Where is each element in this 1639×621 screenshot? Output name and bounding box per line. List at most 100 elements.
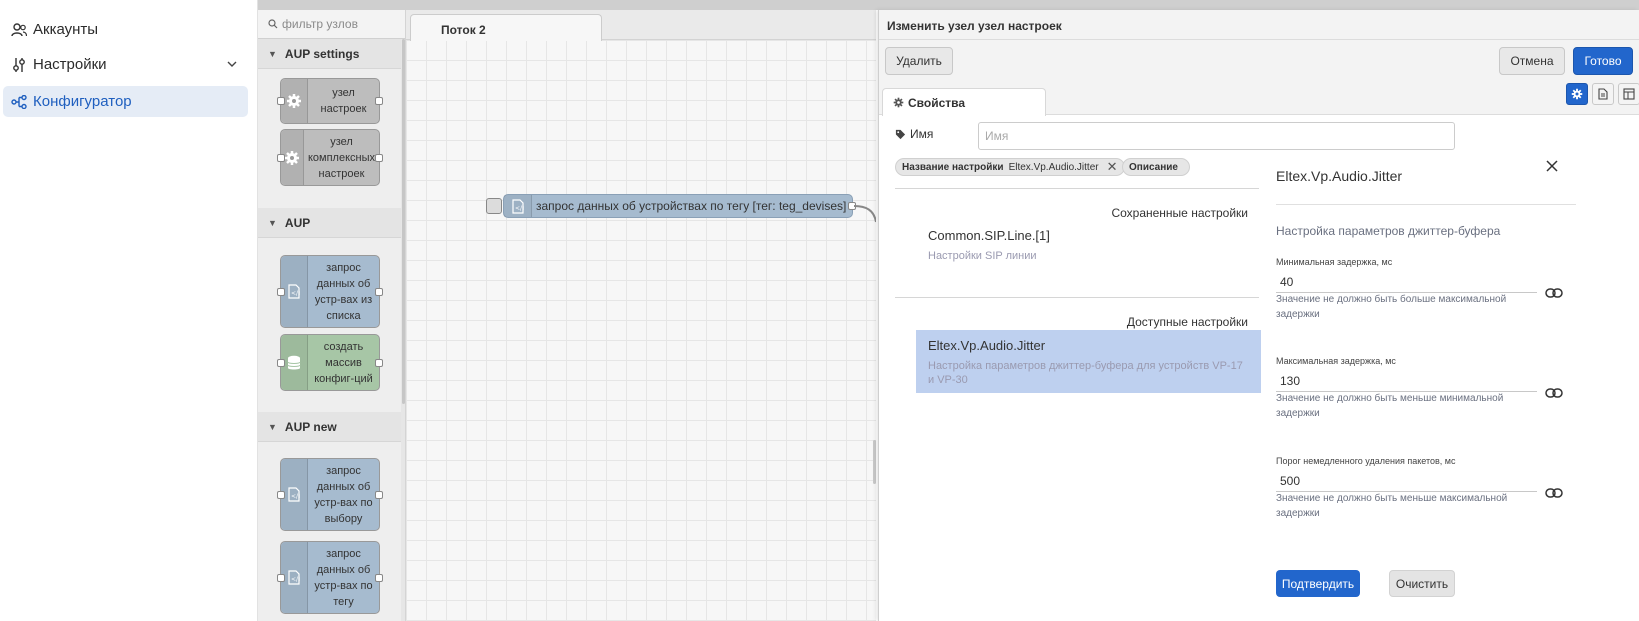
max-delay-input[interactable]: 130	[1276, 368, 1537, 392]
field-label: Минимальная задержка, мс	[1276, 257, 1393, 267]
tray-tabs: Свойства	[879, 85, 1639, 116]
filter-chip-description[interactable]: Описание	[1122, 158, 1190, 176]
drop-threshold-input[interactable]: 500	[1276, 468, 1537, 492]
palette-node[interactable]: узел комплексных настроек	[277, 129, 383, 186]
delete-button[interactable]: Удалить	[885, 47, 953, 75]
output-port[interactable]	[375, 97, 383, 105]
code-file-icon: </>	[281, 256, 308, 327]
panel-splitter[interactable]	[873, 440, 876, 484]
link-icon[interactable]	[1544, 383, 1564, 403]
scrollbar-thumb[interactable]	[402, 39, 405, 404]
output-port[interactable]	[375, 153, 383, 162]
svg-text:</>: </>	[291, 576, 300, 583]
gear-icon	[1571, 88, 1583, 100]
svg-text:</>: </>	[515, 205, 524, 212]
collapse-triangle-icon: ▼	[268, 217, 277, 228]
chevron-down-icon[interactable]	[226, 57, 238, 74]
nav-item-settings[interactable]: Настройки	[3, 49, 248, 80]
field-hint: Значение не должно быть меньше минимальн…	[1276, 393, 1504, 419]
database-icon	[281, 335, 308, 390]
settings-icon	[11, 0, 27, 11]
clear-button[interactable]: Очистить	[1389, 570, 1455, 597]
input-port[interactable]	[277, 358, 285, 367]
flow-workspace[interactable]: Поток 2 </> запрос данных об устройствах…	[406, 10, 876, 621]
output-port[interactable]	[375, 287, 383, 296]
node-label: запрос данных об устр-вах из списка	[314, 261, 373, 322]
palette-node[interactable]: </> запрос данных об устр-вах из списка	[277, 255, 383, 328]
name-input[interactable]	[978, 122, 1455, 150]
form-title: Eltex.Vp.Audio.Jitter	[1276, 168, 1403, 184]
nav-item-configurator[interactable]: Конфигуратор	[3, 86, 248, 117]
name-label-text: Имя	[910, 127, 934, 141]
layout-icon	[1623, 88, 1635, 100]
close-icon[interactable]: ✕	[1107, 159, 1118, 175]
nav-item-label: Конфигуратор	[33, 93, 132, 110]
gear-icon	[893, 97, 904, 108]
palette-filter-placeholder: фильтр узлов	[282, 17, 358, 31]
flow-node[interactable]: </> запрос данных об устройствах по тегу…	[486, 194, 856, 218]
link-icon[interactable]	[1544, 483, 1564, 503]
output-port[interactable]	[375, 573, 383, 582]
available-setting-item[interactable]: Eltex.Vp.Audio.Jitter Настройка параметр…	[916, 330, 1261, 393]
tray-toolbar: Удалить Отмена Готово	[879, 40, 1639, 85]
gear-icon	[281, 79, 308, 123]
chip-value: Eltex.Vp.Audio.Jitter	[1008, 161, 1099, 173]
properties-gear-button[interactable]	[1566, 83, 1588, 105]
input-port[interactable]	[277, 573, 285, 582]
input-port[interactable]	[277, 287, 285, 296]
code-file-icon: </>	[504, 195, 532, 217]
chip-key: Описание	[1129, 161, 1178, 173]
palette-category-aup-settings[interactable]: ▼ AUP settings	[258, 39, 401, 69]
palette-category-aup[interactable]: ▼ AUP	[258, 208, 401, 238]
input-port[interactable]	[277, 97, 285, 105]
wire	[854, 205, 876, 223]
code-file-icon: </>	[281, 542, 308, 613]
setting-title: Common.SIP.Line.[1]	[928, 228, 1050, 243]
edit-tray: Изменить узел узел настроек Удалить Отме…	[878, 10, 1639, 621]
tab-flow[interactable]: Поток 2	[410, 14, 602, 41]
input-port[interactable]	[277, 490, 285, 499]
flow-icon	[11, 94, 27, 110]
input-port[interactable]	[277, 153, 285, 162]
palette-category-aup-new[interactable]: ▼ AUP new	[258, 412, 401, 442]
appearance-button[interactable]	[1618, 83, 1639, 105]
palette-node[interactable]: узел настроек	[277, 78, 383, 124]
inject-button[interactable]	[486, 198, 502, 214]
category-label: AUP settings	[284, 46, 360, 61]
palette-node[interactable]: </> запрос данных об устр-вах по тегу	[277, 541, 383, 614]
node-label: запрос данных об устр-вах по тегу	[314, 547, 373, 608]
divider	[895, 297, 1259, 298]
nav-item-label: Аккаунты	[33, 21, 99, 38]
output-port[interactable]	[375, 490, 383, 499]
node-label: запрос данных об устройствах по тегу [те…	[536, 199, 847, 213]
filter-chip-setting-name[interactable]: Название настройки Eltex.Vp.Audio.Jitter…	[895, 158, 1125, 176]
palette-filter[interactable]: фильтр узлов	[258, 10, 405, 39]
divider	[1276, 204, 1576, 205]
close-icon[interactable]	[1546, 156, 1558, 177]
chip-key: Название настройки	[902, 161, 1004, 173]
palette-node[interactable]: </> запрос данных об устр-вах по выбору	[277, 458, 383, 531]
field-hint: Значение не должно быть больше максималь…	[1276, 294, 1507, 320]
svg-text:</>: </>	[291, 290, 300, 297]
saved-setting-item[interactable]: Common.SIP.Line.[1] Настройки SIP линии	[916, 220, 1261, 271]
tab-label: Свойства	[908, 96, 966, 110]
cancel-button[interactable]: Отмена	[1499, 47, 1565, 75]
field-hint: Значение не должно быть меньше максималь…	[1276, 493, 1508, 519]
tab-properties[interactable]: Свойства	[882, 88, 1046, 116]
node-label: создать массив конфиг-ций	[314, 340, 373, 385]
confirm-button[interactable]: Подтвердить	[1276, 570, 1360, 597]
node-label: запрос данных об устр-вах по выбору	[314, 464, 373, 525]
link-icon[interactable]	[1544, 283, 1564, 303]
document-icon	[1598, 88, 1608, 100]
saved-settings-title: Сохраненные настройки	[1111, 206, 1248, 220]
output-port[interactable]	[375, 358, 383, 367]
left-navigation: Аккаунты Настройки Конфигуратор	[0, 0, 258, 621]
done-button[interactable]: Готово	[1573, 47, 1633, 75]
nav-item-accounts[interactable]: Аккаунты	[3, 14, 248, 45]
min-delay-input[interactable]: 40	[1276, 269, 1537, 293]
tag-icon	[895, 129, 906, 139]
tab-label: Поток 2	[441, 23, 486, 37]
palette-node[interactable]: создать массив конфиг-ций	[277, 334, 383, 391]
available-settings-title: Доступные настройки	[1126, 315, 1248, 329]
description-button[interactable]	[1592, 83, 1614, 105]
